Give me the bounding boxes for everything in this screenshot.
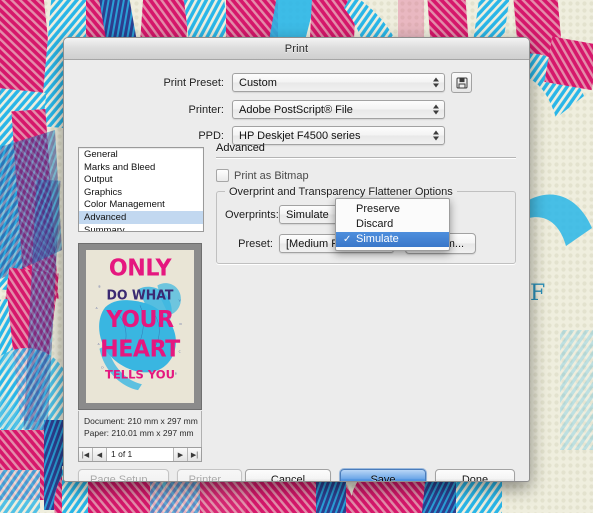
sidebar-item-general[interactable]: General (79, 148, 203, 161)
menu-item-preserve[interactable]: Preserve (336, 202, 449, 217)
document-size-label: Document: 210 mm x 297 mm (84, 416, 198, 426)
document-info: Document: 210 mm x 297 mm Paper: 210.01 … (78, 411, 202, 449)
print-dialog: Print Print Preset: Custom Printer: Adob… (63, 37, 530, 482)
overprints-dropdown-menu[interactable]: Preserve Discard ✓ Simulate (335, 198, 450, 251)
category-list[interactable]: General Marks and Bleed Output Graphics … (78, 147, 204, 232)
menu-item-simulate[interactable]: ✓ Simulate (336, 232, 449, 247)
done-button[interactable]: Done (435, 469, 515, 481)
save-button[interactable]: Save (340, 469, 426, 481)
svg-text:B: B (99, 284, 101, 288)
save-disk-icon (456, 77, 467, 88)
dialog-footer: Page Setup... Printer... Cancel Save Don… (64, 457, 529, 481)
save-preset-button[interactable] (451, 72, 472, 93)
print-preset-label: Print Preset: (163, 76, 224, 89)
checkmark-icon: ✓ (343, 234, 352, 245)
preview-page-canvas: BV AD AC DB ONLY DO WHAT YOUR HEART TELL… (86, 250, 194, 403)
sidebar-item-output[interactable]: Output (79, 173, 203, 186)
print-preset-value: Custom (239, 76, 277, 89)
sidebar-item-summary[interactable]: Summary (79, 224, 203, 231)
menu-item-label: Simulate (356, 233, 399, 245)
dialog-titlebar: Print (64, 38, 529, 60)
svg-text:TELLS YOU: TELLS YOU (105, 367, 175, 381)
menu-item-label: Discard (356, 218, 394, 230)
page-setup-button[interactable]: Page Setup... (78, 469, 169, 481)
cancel-button[interactable]: Cancel (245, 469, 331, 481)
printer-value: Adobe PostScript® File (239, 103, 353, 116)
print-preset-row: Print Preset: Custom (64, 72, 529, 93)
printer-row: Printer: Adobe PostScript® File (64, 100, 529, 119)
svg-text:DO WHAT: DO WHAT (107, 287, 174, 302)
svg-text:V: V (179, 298, 181, 302)
printer-button[interactable]: Printer... (176, 469, 242, 481)
sidebar-item-marks-and-bleed[interactable]: Marks and Bleed (79, 161, 203, 174)
overprints-value: Simulate (286, 208, 329, 221)
svg-text:HEART: HEART (100, 336, 181, 362)
ppd-value: HP Deskjet F4500 series (239, 129, 361, 142)
chevron-updown-icon (430, 128, 441, 143)
background-letter-f: F (530, 281, 545, 306)
chevron-updown-icon (430, 102, 441, 117)
chevron-updown-icon (430, 75, 441, 90)
poster-artwork: BV AD AC DB ONLY DO WHAT YOUR HEART TELL… (86, 250, 194, 403)
svg-text:ONLY: ONLY (109, 255, 172, 281)
footer-left-buttons: Page Setup... Printer... (78, 469, 242, 481)
flattener-preset-label: Preset: (238, 237, 273, 250)
svg-text:A: A (96, 306, 98, 310)
sidebar-item-color-management[interactable]: Color Management (79, 198, 203, 211)
printer-label: Printer: (188, 103, 224, 116)
dialog-body: Print Preset: Custom Printer: Adobe Post (64, 60, 529, 481)
dialog-title: Print (284, 42, 309, 55)
print-as-bitmap-label: Print as Bitmap (234, 169, 309, 182)
paper-size-label: Paper: 210.01 mm x 297 mm (84, 428, 194, 438)
page-preview: BV AD AC DB ONLY DO WHAT YOUR HEART TELL… (78, 243, 202, 410)
overprint-group-title: Overprint and Transparency Flattener Opt… (225, 186, 457, 198)
svg-text:YOUR: YOUR (105, 307, 173, 333)
menu-item-discard[interactable]: Discard (336, 217, 449, 232)
printer-select[interactable]: Adobe PostScript® File (232, 100, 445, 119)
ppd-label: PPD: (198, 129, 224, 142)
sidebar-item-graphics[interactable]: Graphics (79, 186, 203, 199)
pane-title: Advanced (216, 142, 516, 158)
print-preset-select[interactable]: Custom (232, 73, 445, 92)
print-as-bitmap-checkbox[interactable] (216, 169, 229, 182)
svg-text:B: B (175, 371, 177, 375)
print-as-bitmap-row: Print as Bitmap (216, 169, 516, 182)
menu-item-label: Preserve (356, 203, 401, 215)
overprints-label: Overprints: (225, 208, 279, 221)
sidebar-item-advanced[interactable]: Advanced (79, 210, 203, 224)
footer-right-buttons: Cancel Save Done (245, 469, 515, 481)
